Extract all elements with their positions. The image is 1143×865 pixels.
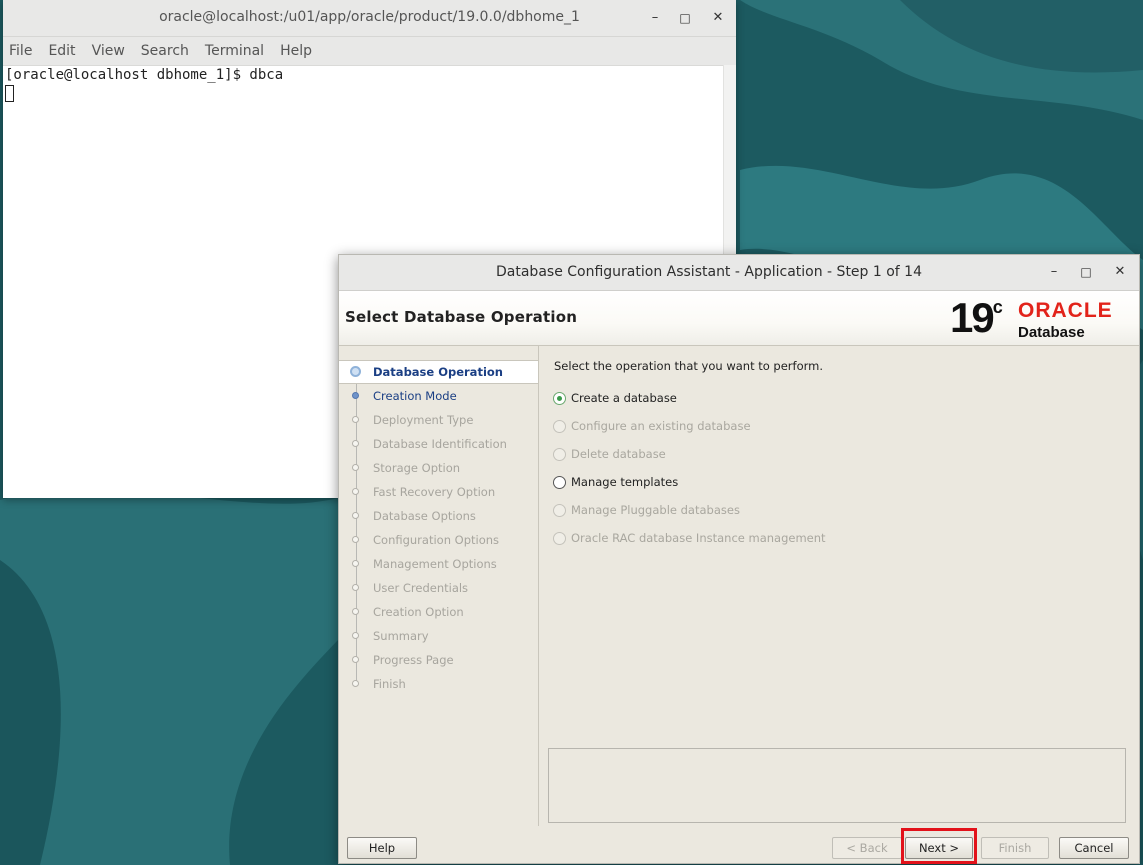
- step-creation-mode[interactable]: Creation Mode: [339, 385, 538, 407]
- step-dot-icon: [352, 512, 359, 519]
- next-button-highlight: [901, 828, 977, 864]
- step-dot-icon: [352, 608, 359, 615]
- step-deployment-type: Deployment Type: [339, 409, 538, 431]
- steps-panel: Database Operation Creation Mode Deploym…: [339, 346, 539, 826]
- terminal-cursor: [5, 85, 14, 102]
- dbca-header: Select Database Operation 19c ORACLE Dat…: [339, 291, 1139, 346]
- step-dot-icon: [352, 536, 359, 543]
- oracle-product-label: Database: [1018, 324, 1085, 341]
- maximize-icon[interactable]: □: [1077, 263, 1095, 281]
- step-management-options: Management Options: [339, 553, 538, 575]
- minimize-icon[interactable]: –: [1045, 263, 1063, 281]
- logo-version-suffix: c: [992, 297, 1003, 317]
- step-dot-icon: [352, 464, 359, 471]
- radio-icon: [553, 532, 566, 545]
- back-button: < Back: [832, 837, 902, 859]
- step-database-identification: Database Identification: [339, 433, 538, 455]
- terminal-titlebar[interactable]: oracle@localhost:/u01/app/oracle/product…: [3, 0, 736, 37]
- radio-icon: [553, 448, 566, 461]
- logo-version: 19: [950, 294, 995, 341]
- step-dot-icon: [352, 656, 359, 663]
- step-dot-icon: [352, 560, 359, 567]
- menu-search[interactable]: Search: [141, 43, 189, 59]
- menu-help[interactable]: Help: [280, 43, 312, 59]
- step-fast-recovery-option: Fast Recovery Option: [339, 481, 538, 503]
- step-dot-icon: [352, 584, 359, 591]
- step-dot-icon: [352, 392, 359, 399]
- dbca-titlebar[interactable]: Database Configuration Assistant - Appli…: [339, 255, 1139, 291]
- radio-icon: [553, 504, 566, 517]
- cancel-button[interactable]: Cancel: [1059, 837, 1129, 859]
- oracle-19c-logo: 19c: [950, 294, 1003, 342]
- step-configuration-options: Configuration Options: [339, 529, 538, 551]
- step-dot-icon: [352, 416, 359, 423]
- dbca-window[interactable]: Database Configuration Assistant - Appli…: [338, 254, 1140, 864]
- radio-icon: [553, 420, 566, 433]
- help-button[interactable]: Help: [347, 837, 417, 859]
- step-database-options: Database Options: [339, 505, 538, 527]
- step-summary: Summary: [339, 625, 538, 647]
- step-dot-icon: [352, 680, 359, 687]
- terminal-menubar: File Edit View Search Terminal Help: [3, 37, 736, 66]
- terminal-title: oracle@localhost:/u01/app/oracle/product…: [159, 9, 580, 25]
- radio-icon[interactable]: [553, 476, 566, 489]
- dbca-title: Database Configuration Assistant - Appli…: [496, 264, 922, 280]
- menu-view[interactable]: View: [92, 43, 125, 59]
- step-database-operation[interactable]: Database Operation: [339, 360, 538, 384]
- step-dot-icon: [352, 440, 359, 447]
- page-title: Select Database Operation: [345, 308, 578, 326]
- step-user-credentials: User Credentials: [339, 577, 538, 599]
- finish-button: Finish: [981, 837, 1049, 859]
- menu-file[interactable]: File: [9, 43, 32, 59]
- step-dot-icon: [352, 488, 359, 495]
- operation-prompt: Select the operation that you want to pe…: [554, 359, 824, 373]
- close-icon[interactable]: ✕: [1111, 263, 1129, 281]
- oracle-brand-logo: ORACLE: [1018, 299, 1113, 322]
- menu-terminal[interactable]: Terminal: [205, 43, 264, 59]
- step-finish: Finish: [339, 673, 538, 695]
- close-icon[interactable]: ✕: [709, 9, 727, 27]
- step-progress-page: Progress Page: [339, 649, 538, 671]
- content-panel: Select the operation that you want to pe…: [539, 346, 1139, 826]
- menu-edit[interactable]: Edit: [48, 43, 75, 59]
- radio-selected-icon[interactable]: [553, 392, 566, 405]
- step-storage-option: Storage Option: [339, 457, 538, 479]
- minimize-icon[interactable]: –: [646, 9, 664, 27]
- step-creation-option: Creation Option: [339, 601, 538, 623]
- terminal-prompt-line: [oracle@localhost dbhome_1]$ dbca: [5, 67, 284, 83]
- details-box: [548, 748, 1126, 823]
- step-dot-icon: [352, 632, 359, 639]
- step-current-icon: [350, 366, 361, 377]
- maximize-icon[interactable]: □: [676, 9, 694, 27]
